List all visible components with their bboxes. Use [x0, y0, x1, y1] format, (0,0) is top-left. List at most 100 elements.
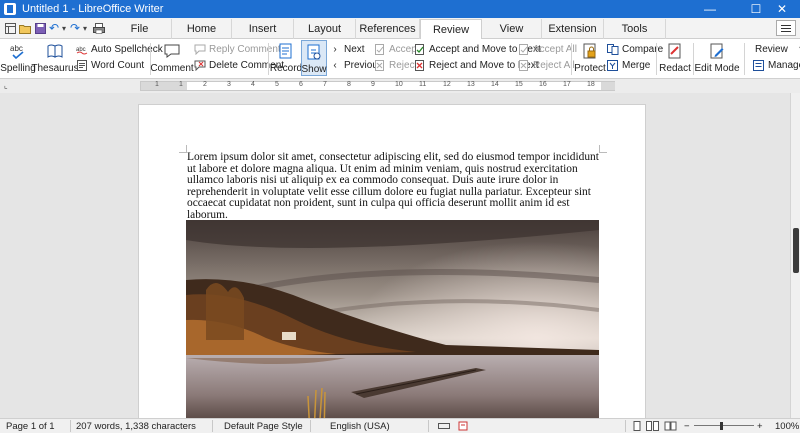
open-folder-icon[interactable] [18, 20, 32, 36]
ruler-number: 11 [419, 81, 427, 88]
text-language[interactable]: English (USA) [330, 421, 390, 432]
book-view-icon[interactable] [664, 421, 678, 433]
document-area[interactable]: Lorem ipsum dolor sit amet, consectetur … [0, 93, 790, 418]
landscape-photo[interactable] [186, 220, 599, 418]
tab-file[interactable]: File [108, 19, 172, 39]
redo-icon[interactable]: ↷ [69, 20, 81, 36]
reject-all-icon [518, 60, 530, 71]
redo-dropdown-icon[interactable]: ▾ [81, 20, 89, 36]
redact-label: Redact [659, 63, 691, 74]
chevron-down-icon: ▾ [796, 44, 800, 55]
multi-page-view-icon[interactable] [646, 421, 660, 433]
tab-view[interactable]: View [482, 19, 542, 39]
next-change-button[interactable]: › Next [329, 44, 364, 55]
tab-extension[interactable]: Extension [542, 19, 604, 39]
body-paragraph[interactable]: Lorem ipsum dolor sit amet, consectetur … [187, 151, 599, 222]
redact-button[interactable]: Redact [659, 40, 691, 74]
manage-label: Manage [768, 60, 800, 71]
ruler-number: 8 [347, 81, 351, 88]
reject-all-button[interactable]: Reject All [518, 60, 575, 71]
comment-button[interactable]: Comment [150, 40, 194, 74]
zoom-slider-thumb[interactable] [720, 422, 723, 430]
hamburger-menu-icon[interactable] [776, 20, 796, 36]
ruler-number: 1 [179, 81, 183, 88]
accept-button[interactable]: Accept [374, 44, 420, 55]
merge-icon [607, 60, 619, 71]
ruler-number: 5 [275, 81, 279, 88]
save-icon[interactable] [33, 20, 47, 36]
compare-icon [607, 44, 619, 55]
protect-icon [581, 43, 599, 59]
redact-icon [666, 43, 684, 59]
tab-layout[interactable]: Layout [294, 19, 356, 39]
menu-grid-icon[interactable] [3, 20, 17, 36]
show-changes-icon [305, 44, 323, 60]
document-page[interactable]: Lorem ipsum dolor sit amet, consectetur … [138, 104, 646, 418]
zoom-in-button[interactable]: + [757, 421, 763, 432]
record-button[interactable]: Record [270, 40, 302, 74]
print-icon[interactable] [92, 20, 106, 36]
reject-move-icon [414, 60, 426, 71]
tab-home[interactable]: Home [172, 19, 232, 39]
tab-references[interactable]: References [356, 19, 420, 39]
show-label: Show [301, 64, 327, 75]
thesaurus-label: Thesaurus [31, 63, 79, 74]
single-page-view-icon[interactable] [632, 421, 642, 433]
ruler-number: 7 [323, 81, 327, 88]
tab-insert[interactable]: Insert [232, 19, 294, 39]
page-count[interactable]: Page 1 of 1 [6, 421, 55, 432]
word-count-button[interactable]: Word Count [76, 60, 144, 71]
ruler-number: 10 [395, 81, 403, 88]
review-dropdown[interactable]: Review ▾ [755, 44, 800, 55]
manage-button[interactable]: Manage [753, 60, 800, 71]
ribbon-separator [268, 43, 269, 75]
ruler-number: 3 [227, 81, 231, 88]
auto-spellcheck-label: Auto Spellcheck [91, 44, 163, 55]
zoom-slider[interactable] [694, 425, 754, 426]
word-character-count[interactable]: 207 words, 1,338 characters [76, 421, 196, 432]
spelling-button[interactable]: abc Spelling [0, 40, 36, 74]
thesaurus-button[interactable]: Thesaurus [31, 40, 79, 74]
compare-button[interactable]: Compare [607, 44, 663, 55]
manage-icon [753, 60, 765, 71]
minimize-button[interactable]: — [692, 0, 728, 18]
accept-icon [374, 44, 386, 55]
scrollbar-thumb[interactable] [793, 228, 799, 273]
record-icon [277, 43, 295, 59]
horizontal-ruler[interactable]: 1 1 2 3 4 5 6 7 8 9 10 11 12 13 14 15 16 17 18 [140, 81, 615, 91]
undo-dropdown-icon[interactable]: ▾ [60, 20, 68, 36]
tab-tools[interactable]: Tools [604, 19, 666, 39]
undo-icon[interactable]: ↶ [48, 20, 60, 36]
reject-button[interactable]: Reject [374, 60, 417, 71]
show-button[interactable]: Show [301, 40, 327, 76]
protect-button[interactable]: Protect [574, 40, 606, 74]
word-count-icon [76, 60, 88, 71]
edit-mode-button[interactable]: Edit Mode [694, 40, 740, 74]
status-separator [310, 420, 311, 432]
ribbon-separator [571, 43, 572, 75]
previous-arrow-icon: ‹ [333, 60, 337, 71]
merge-button[interactable]: Merge [607, 60, 650, 71]
merge-label: Merge [622, 60, 651, 71]
zoom-out-button[interactable]: − [684, 421, 690, 432]
tab-stop-selector-icon[interactable]: ⌞ [4, 81, 8, 90]
close-button[interactable]: ✕ [764, 0, 800, 18]
page-style[interactable]: Default Page Style [224, 421, 303, 432]
reply-comment-label: Reply Comment [209, 44, 281, 55]
ruler-number: 15 [515, 81, 523, 88]
word-count-label: Word Count [91, 60, 145, 71]
status-separator [212, 420, 213, 432]
vertical-scrollbar[interactable] [790, 93, 800, 418]
review-ribbon: abc Spelling Thesaurus abc Auto Spellche… [0, 39, 800, 79]
document-modified-icon[interactable] [458, 421, 468, 433]
reply-comment-icon [194, 44, 206, 55]
edit-mode-icon [708, 43, 726, 59]
thesaurus-icon [46, 43, 64, 59]
tab-row: ↶ ▾ ↷ ▾ File Home Insert Layout Referenc… [0, 18, 800, 40]
zoom-level[interactable]: 100% [775, 421, 799, 432]
title-bar: Untitled 1 - LibreOffice Writer [0, 0, 800, 18]
insert-mode-icon[interactable] [438, 421, 450, 433]
tab-review[interactable]: Review [420, 19, 482, 40]
reject-icon [374, 60, 386, 71]
accept-all-button[interactable]: Accept All [518, 44, 577, 55]
